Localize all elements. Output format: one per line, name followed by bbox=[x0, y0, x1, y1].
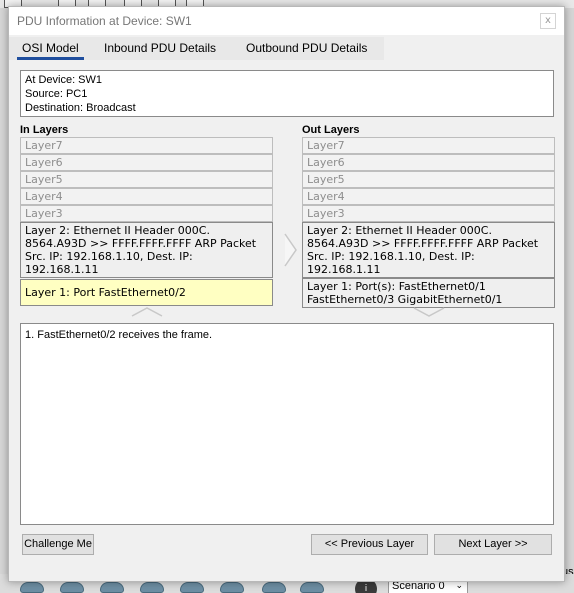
device-icon[interactable] bbox=[20, 582, 44, 593]
dialog-title: PDU Information at Device: SW1 bbox=[17, 14, 192, 28]
in-layer-4[interactable]: Layer4 bbox=[20, 188, 273, 205]
in-layers-heading: In Layers bbox=[20, 124, 69, 136]
previous-layer-button[interactable]: << Previous Layer bbox=[311, 534, 428, 555]
layer-description: 1. FastEthernet0/2 receives the frame. bbox=[20, 323, 554, 525]
out-layer-7[interactable]: Layer7 bbox=[302, 137, 555, 154]
out-layer-6[interactable]: Layer6 bbox=[302, 154, 555, 171]
in-layer-7[interactable]: Layer7 bbox=[20, 137, 273, 154]
next-layer-button[interactable]: Next Layer >> bbox=[434, 534, 552, 555]
out-layers-heading: Out Layers bbox=[302, 124, 360, 136]
tab-outbound-pdu-details[interactable]: Outbound PDU Details bbox=[241, 37, 372, 60]
destination-line: Destination: Broadcast bbox=[25, 102, 136, 114]
device-icon[interactable] bbox=[60, 582, 84, 593]
pdu-info-dialog: PDU Information at Device: SW1 x OSI Mod… bbox=[8, 6, 565, 582]
right-arrow-icon bbox=[284, 233, 297, 267]
device-icon[interactable] bbox=[220, 582, 244, 593]
down-arrow-icon bbox=[413, 307, 445, 317]
in-layer-5[interactable]: Layer5 bbox=[20, 171, 273, 188]
device-icon[interactable] bbox=[140, 582, 164, 593]
pdu-summary-box: At Device: SW1 Source: PC1 Destination: … bbox=[20, 70, 554, 117]
out-layer-2[interactable]: Layer 2: Ethernet II Header 000C. 8564.A… bbox=[302, 222, 555, 278]
device-icon[interactable] bbox=[300, 582, 324, 593]
device-icon[interactable] bbox=[180, 582, 204, 593]
out-layer-5[interactable]: Layer5 bbox=[302, 171, 555, 188]
close-icon[interactable]: x bbox=[540, 13, 556, 29]
out-layer-3[interactable]: Layer3 bbox=[302, 205, 555, 222]
tab-bar: OSI Model Inbound PDU Details Outbound P… bbox=[9, 37, 384, 60]
out-layer-1[interactable]: Layer 1: Port(s): FastEthernet0/1 FastEt… bbox=[302, 278, 555, 308]
device-line: At Device: SW1 bbox=[25, 74, 103, 86]
up-arrow-icon bbox=[131, 307, 163, 317]
tab-osi-model[interactable]: OSI Model bbox=[17, 37, 84, 60]
device-icon[interactable] bbox=[262, 582, 286, 593]
in-layer-2[interactable]: Layer 2: Ethernet II Header 000C. 8564.A… bbox=[20, 222, 273, 278]
in-layer-3[interactable]: Layer3 bbox=[20, 205, 273, 222]
challenge-me-button[interactable]: Challenge Me bbox=[22, 534, 94, 555]
tab-inbound-pdu-details[interactable]: Inbound PDU Details bbox=[99, 37, 221, 60]
device-icon[interactable] bbox=[100, 582, 124, 593]
out-layer-4[interactable]: Layer4 bbox=[302, 188, 555, 205]
in-layer-6[interactable]: Layer6 bbox=[20, 154, 273, 171]
dialog-titlebar[interactable]: PDU Information at Device: SW1 x bbox=[9, 7, 564, 35]
in-layer-1[interactable]: Layer 1: Port FastEthernet0/2 bbox=[20, 279, 273, 306]
source-line: Source: PC1 bbox=[25, 88, 88, 100]
